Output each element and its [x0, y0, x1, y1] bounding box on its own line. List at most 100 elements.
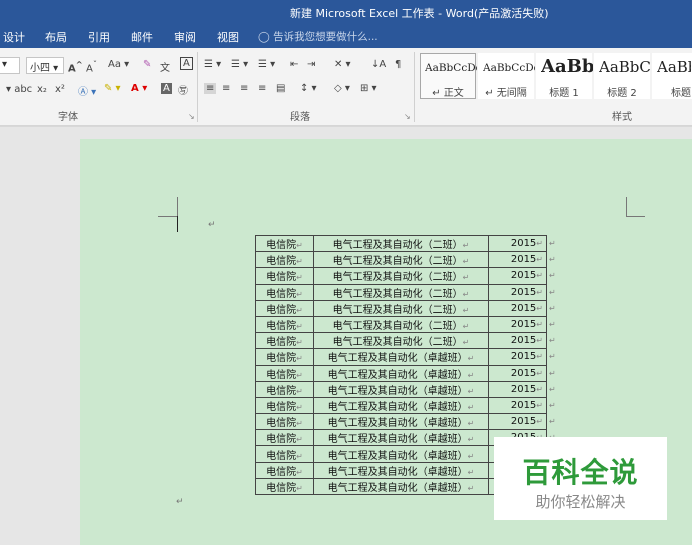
enclose-char-icon[interactable]: ㊢: [178, 82, 188, 97]
table-cell[interactable]: 电气工程及其自动化（卓越班）↵: [313, 429, 489, 447]
table-cell[interactable]: 2015↵: [488, 234, 547, 253]
grow-font-icon[interactable]: A^: [68, 59, 83, 74]
superscript-icon[interactable]: x²: [55, 84, 65, 95]
phonetic-guide-icon[interactable]: 文: [160, 59, 170, 74]
cell-text: 电气工程及其自动化（卓越班）: [327, 418, 468, 430]
table-cell[interactable]: 2015↵: [488, 315, 547, 334]
table-cell[interactable]: 2015↵: [488, 299, 547, 317]
table-cell[interactable]: 电气工程及其自动化（卓越班）↵: [313, 413, 489, 431]
table-cell[interactable]: 电信院↵: [255, 332, 314, 350]
table-cell[interactable]: 电信院↵: [255, 445, 314, 463]
multilevel-list-icon[interactable]: ☰ ▾: [258, 59, 275, 70]
table-cell[interactable]: 电气工程及其自动化（二班）↵: [313, 283, 489, 301]
table-cell[interactable]: 电信院↵: [255, 251, 314, 269]
cell-end-mark-icon: ↵: [536, 417, 543, 427]
line-spacing-icon[interactable]: ↕ ▾: [300, 83, 317, 94]
style-title[interactable]: AaBb 标题: [652, 53, 692, 99]
table-cell[interactable]: 2015↵: [488, 332, 547, 350]
table-cell[interactable]: 电信院↵: [255, 283, 314, 301]
table-cell[interactable]: 电信院↵: [255, 380, 314, 398]
style-no-spacing[interactable]: AaBbCcDd ↵ 无间隔: [478, 53, 535, 99]
tab-mailings[interactable]: 邮件: [131, 29, 153, 45]
font-size-value: 小四: [30, 63, 50, 74]
watermark-title: 百科全说: [522, 456, 639, 489]
cell-text: 2015: [510, 238, 537, 250]
decrease-indent-icon[interactable]: ⇤: [290, 59, 298, 70]
table-cell[interactable]: 电气工程及其自动化（二班）↵: [313, 234, 489, 253]
table-cell[interactable]: 2015↵: [488, 396, 547, 415]
tab-review[interactable]: 审阅: [174, 29, 196, 45]
table-cell[interactable]: 电信院↵: [255, 429, 314, 447]
bullets-icon[interactable]: ☰ ▾: [204, 59, 221, 70]
align-center-icon[interactable]: ≡: [222, 83, 230, 94]
table-row: 电信院↵电气工程及其自动化（卓越班）↵2015↵↵: [255, 348, 560, 366]
style-heading-1[interactable]: AaBb 标题 1: [536, 53, 593, 99]
table-cell[interactable]: 2015↵: [488, 251, 547, 269]
table-cell[interactable]: 电信院↵: [255, 267, 314, 285]
table-cell[interactable]: 电气工程及其自动化（二班）↵: [313, 251, 489, 269]
tab-view[interactable]: 视图: [217, 29, 239, 45]
borders-icon[interactable]: ⊞ ▾: [360, 83, 377, 94]
table-cell[interactable]: 电信院↵: [255, 348, 314, 366]
table-cell[interactable]: 电气工程及其自动化（卓越班）↵: [313, 380, 489, 398]
numbering-icon[interactable]: ☰ ▾: [231, 59, 248, 70]
font-size-dropdown[interactable]: 小四 ▾: [26, 57, 64, 74]
ribbon: ▾ 小四 ▾ A^ Aˇ Aa ▾ ✎ 文 A ▾ abc x₂ x² Ⓐ ▾ …: [0, 48, 692, 126]
table-cell[interactable]: 2015↵: [488, 364, 547, 382]
shading-icon[interactable]: ◇ ▾: [334, 83, 350, 94]
font-dialog-launcher-icon[interactable]: ↘: [188, 112, 195, 121]
change-case-icon[interactable]: Aa ▾: [108, 59, 129, 70]
cell-text: 电气工程及其自动化（二班）: [332, 288, 463, 300]
table-cell[interactable]: 2015↵: [488, 348, 547, 366]
table-cell[interactable]: 电信院↵: [255, 396, 314, 415]
style-heading-2[interactable]: AaBbC 标题 2: [594, 53, 651, 99]
table-cell[interactable]: 电气工程及其自动化（二班）↵: [313, 299, 489, 317]
tell-me-text: 告诉我您想要做什么...: [273, 31, 378, 43]
table-cell[interactable]: 电信院↵: [255, 477, 314, 496]
table-cell[interactable]: 电气工程及其自动化（卓越班）↵: [313, 396, 489, 415]
table-cell[interactable]: 电气工程及其自动化（二班）↵: [313, 315, 489, 334]
table-cell[interactable]: 2015↵: [488, 380, 547, 398]
tab-layout[interactable]: 布局: [45, 29, 67, 45]
table-cell[interactable]: 电气工程及其自动化（卓越班）↵: [313, 445, 489, 463]
distributed-icon[interactable]: ▤: [276, 83, 285, 94]
font-color-icon[interactable]: A ▾: [131, 83, 147, 94]
increase-indent-icon[interactable]: ⇥: [307, 59, 315, 70]
table-cell[interactable]: 电信院↵: [255, 299, 314, 317]
char-shading-icon[interactable]: A: [161, 83, 172, 94]
table-cell[interactable]: 2015↵: [488, 267, 547, 285]
table-cell[interactable]: 电气工程及其自动化（二班）↵: [313, 267, 489, 285]
tell-me-search[interactable]: ◯ 告诉我您想要做什么...: [258, 29, 378, 44]
table-cell[interactable]: 2015↵: [488, 283, 547, 301]
text-effects-icon[interactable]: Ⓐ ▾: [78, 83, 96, 98]
strikethrough-icon[interactable]: ▾ abc: [6, 84, 32, 95]
table-cell[interactable]: 电气工程及其自动化（卓越班）↵: [313, 461, 489, 479]
table-cell[interactable]: 电气工程及其自动化（二班）↵: [313, 332, 489, 350]
chinese-layout-icon[interactable]: ✕ ▾: [334, 59, 351, 70]
table-cell[interactable]: 电气工程及其自动化（卓越班）↵: [313, 364, 489, 382]
table-cell[interactable]: 电信院↵: [255, 234, 314, 253]
paragraph-dialog-launcher-icon[interactable]: ↘: [404, 112, 411, 121]
tab-references[interactable]: 引用: [88, 29, 110, 45]
table-cell[interactable]: 电信院↵: [255, 364, 314, 382]
table-cell[interactable]: 电信院↵: [255, 413, 314, 431]
char-border-icon[interactable]: A: [180, 57, 193, 70]
table-cell[interactable]: 电信院↵: [255, 315, 314, 334]
subscript-icon[interactable]: x₂: [37, 84, 47, 95]
style-normal[interactable]: AaBbCcDd ↵ 正文: [420, 53, 477, 99]
font-name-dropdown[interactable]: ▾: [0, 57, 20, 74]
cell-text: 电信院: [266, 450, 297, 462]
show-marks-icon[interactable]: ¶: [395, 59, 401, 70]
align-right-icon[interactable]: ≡: [240, 83, 248, 94]
table-cell[interactable]: 2015↵: [488, 413, 547, 431]
table-cell[interactable]: 电气工程及其自动化（卓越班）↵: [313, 477, 489, 496]
justify-icon[interactable]: ≡: [258, 83, 266, 94]
shrink-font-icon[interactable]: Aˇ: [86, 59, 97, 74]
sort-icon[interactable]: ↓A: [371, 59, 386, 70]
align-left-icon[interactable]: ≡: [204, 83, 217, 94]
table-cell[interactable]: 电信院↵: [255, 461, 314, 479]
highlight-icon[interactable]: ✎ ▾: [104, 83, 121, 94]
table-cell[interactable]: 电气工程及其自动化（卓越班）↵: [313, 348, 489, 366]
tab-design[interactable]: 设计: [3, 29, 25, 45]
clear-format-icon[interactable]: ✎: [143, 59, 151, 70]
